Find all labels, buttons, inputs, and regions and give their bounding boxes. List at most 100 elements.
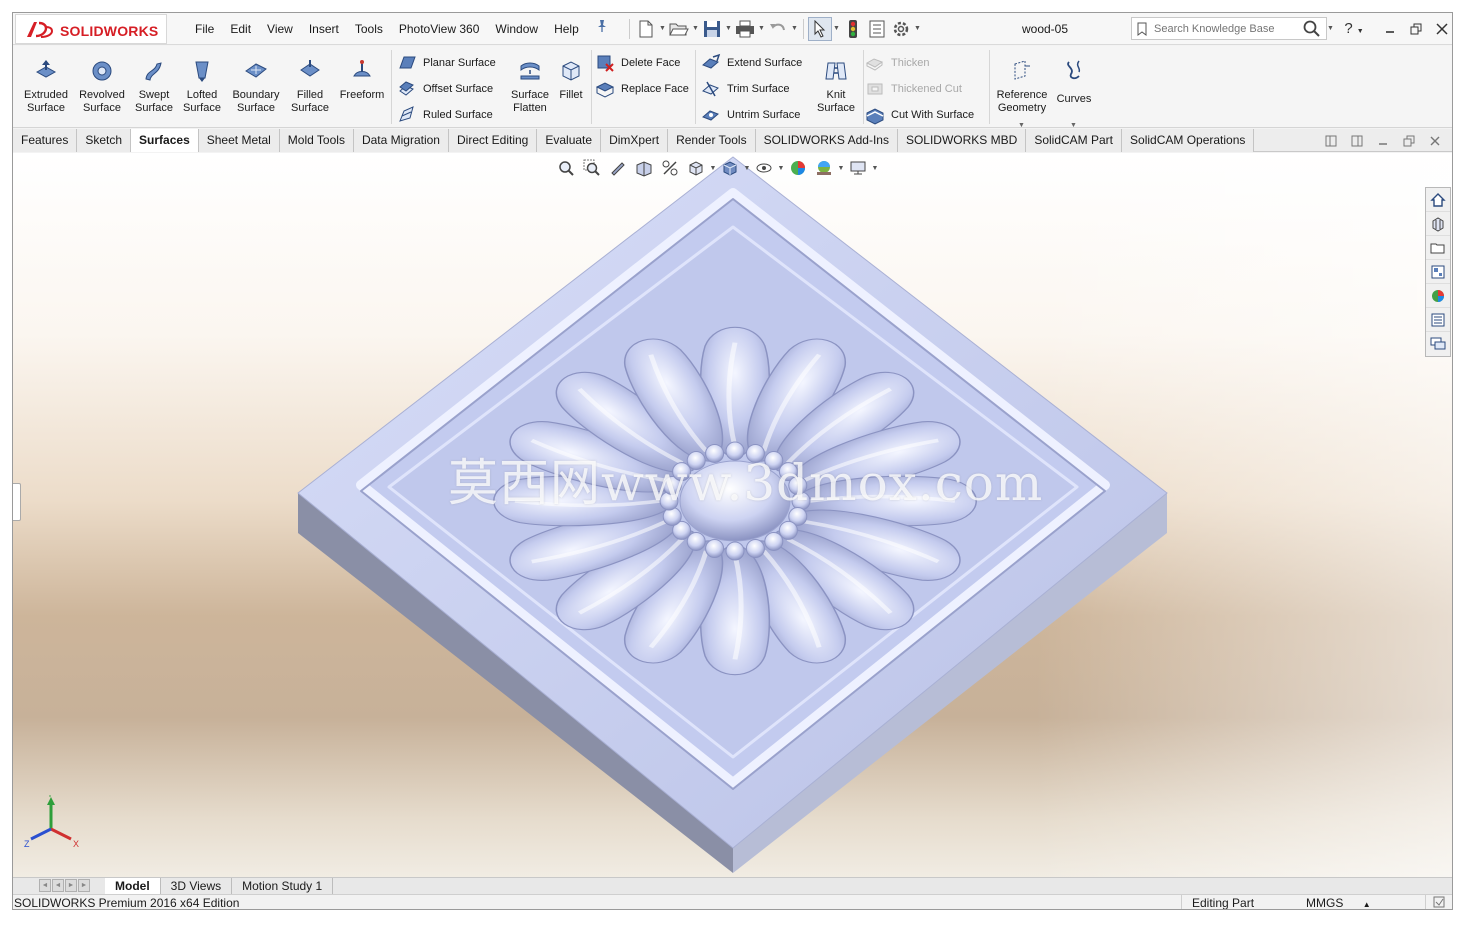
section-view-icon[interactable] [631,155,657,181]
surface-flatten-button[interactable]: Surface Flatten [503,50,557,114]
undo-dropdown-icon[interactable]: ▼ [790,17,799,41]
view-palette-icon[interactable] [1426,260,1450,284]
hide-show-items-icon[interactable] [751,155,777,181]
tab-mold-tools[interactable]: Mold Tools [279,129,354,152]
minimize-icon[interactable] [1377,13,1403,45]
display-style-dropdown-icon[interactable]: ▼ [743,165,751,172]
hide-show-dropdown-icon[interactable]: ▼ [777,165,785,172]
help-button[interactable]: ? ▼ [1341,18,1367,40]
graphics-area[interactable]: 莫西网www.3dmox.com ▼ ▼ ▼ ▼ ▼ X Z [13,153,1453,877]
menu-insert[interactable]: Insert [301,13,347,45]
file-properties-icon[interactable] [865,17,889,41]
options-dropdown-icon[interactable]: ▼ [913,17,922,41]
save-icon[interactable] [700,17,724,41]
zoom-to-fit-icon[interactable] [553,155,579,181]
doc-restore-icon[interactable] [1396,129,1422,152]
freeform-button[interactable]: Freeform [335,50,389,114]
menu-tools[interactable]: Tools [347,13,391,45]
search-dropdown-icon[interactable]: ▼ [1326,17,1335,41]
restore-icon[interactable] [1403,13,1429,45]
tab-data-migration[interactable]: Data Migration [353,129,449,152]
options-gear-icon[interactable] [889,17,913,41]
custom-properties-icon[interactable] [1426,308,1450,332]
tab-dimxpert[interactable]: DimXpert [601,129,669,152]
offset-surface-button[interactable]: Offset Surface [397,78,493,100]
doc-close-icon[interactable] [1422,129,1448,152]
knit-surface-button[interactable]: Knit Surface [809,50,863,114]
tab-3d-views[interactable]: 3D Views [161,878,233,895]
curves-button[interactable]: Curves [1053,50,1095,114]
reference-geometry-button[interactable]: Reference Geometry [993,50,1051,114]
zoom-to-area-icon[interactable] [579,155,605,181]
thickened-cut-button[interactable]: Thickened Cut [865,78,962,100]
tab-sketch[interactable]: Sketch [77,129,132,152]
solidworks-logo[interactable]: SOLIDWORKS [15,14,167,44]
3d-model-rosette-panel[interactable] [13,153,1453,877]
menu-edit[interactable]: Edit [222,13,259,45]
extend-surface-button[interactable]: Extend Surface [701,52,802,74]
last-tab-arrow-icon[interactable]: ► [78,879,90,892]
view-settings-dropdown-icon[interactable]: ▼ [871,165,879,172]
doc-minimize-icon[interactable] [1370,129,1396,152]
appearances-scenes-icon[interactable] [1426,284,1450,308]
unit-system-selector[interactable]: MMGS ▲ [1296,895,1386,909]
tab-surfaces[interactable]: Surfaces [131,129,199,152]
thicken-button[interactable]: Thicken [865,52,930,74]
tab-evaluate[interactable]: Evaluate [537,129,602,152]
fillet-button[interactable]: Fillet [553,50,589,114]
pin-menu-icon[interactable] [593,13,611,45]
tab-solidcam-operations[interactable]: SolidCAM Operations [1122,129,1255,152]
replace-face-button[interactable]: Replace Face [595,78,689,100]
boundary-surface-button[interactable]: Boundary Surface [229,50,283,114]
next-tab-arrow-icon[interactable]: ► [65,879,77,892]
dynamic-annotation-icon[interactable] [657,155,683,181]
tab-features[interactable]: Features [13,129,78,152]
planar-surface-button[interactable]: Planar Surface [397,52,496,74]
prev-tab-arrow-icon[interactable]: ◄ [52,879,64,892]
trim-surface-button[interactable]: Trim Surface [701,78,790,100]
close-icon[interactable] [1429,13,1452,45]
extruded-surface-button[interactable]: Extruded Surface [19,50,73,114]
file-explorer-icon[interactable] [1426,236,1450,260]
open-folder-icon[interactable] [667,17,691,41]
menu-photoview[interactable]: PhotoView 360 [391,13,488,45]
tab-solidworks-addins[interactable]: SOLIDWORKS Add-Ins [755,129,898,152]
untrim-surface-button[interactable]: Untrim Surface [701,104,800,126]
search-input[interactable] [1154,20,1300,37]
menu-window[interactable]: Window [487,13,546,45]
apply-scene-icon[interactable] [811,155,837,181]
swept-surface-button[interactable]: Swept Surface [127,50,181,114]
tab-solidworks-mbd[interactable]: SOLIDWORKS MBD [897,129,1027,152]
rebuild-traffic-light-icon[interactable] [841,17,865,41]
search-icon[interactable] [1302,20,1322,38]
tile-right-icon[interactable] [1344,129,1370,152]
tab-model[interactable]: Model [105,878,161,895]
select-cursor-icon[interactable] [808,17,832,41]
view-settings-icon[interactable] [845,155,871,181]
edit-appearance-icon[interactable] [785,155,811,181]
print-icon[interactable] [733,17,757,41]
tab-solidcam-part[interactable]: SolidCAM Part [1026,129,1123,152]
customize-status-icon[interactable] [1425,895,1452,909]
solidworks-resources-home-icon[interactable] [1426,188,1450,212]
apply-scene-dropdown-icon[interactable]: ▼ [837,165,845,172]
new-dropdown-icon[interactable]: ▼ [658,17,667,41]
previous-view-icon[interactable] [605,155,631,181]
filled-surface-button[interactable]: Filled Surface [283,50,337,114]
tab-sheet-metal[interactable]: Sheet Metal [198,129,280,152]
solidworks-forum-icon[interactable] [1426,332,1450,356]
menu-file[interactable]: File [187,13,222,45]
select-dropdown-icon[interactable]: ▼ [832,17,841,41]
display-style-icon[interactable] [717,155,743,181]
design-library-icon[interactable] [1426,212,1450,236]
save-dropdown-icon[interactable]: ▼ [724,17,733,41]
curves-dropdown-icon[interactable]: ▼ [1070,122,1077,129]
undo-icon[interactable] [766,17,790,41]
search-knowledge-base[interactable] [1131,17,1327,40]
delete-face-button[interactable]: Delete Face [595,52,680,74]
menu-help[interactable]: Help [546,13,587,45]
first-tab-arrow-icon[interactable]: ◄ [39,879,51,892]
view-orientation-icon[interactable] [683,155,709,181]
feature-manager-collapse-handle[interactable] [13,483,21,521]
ruled-surface-button[interactable]: Ruled Surface [397,104,493,126]
